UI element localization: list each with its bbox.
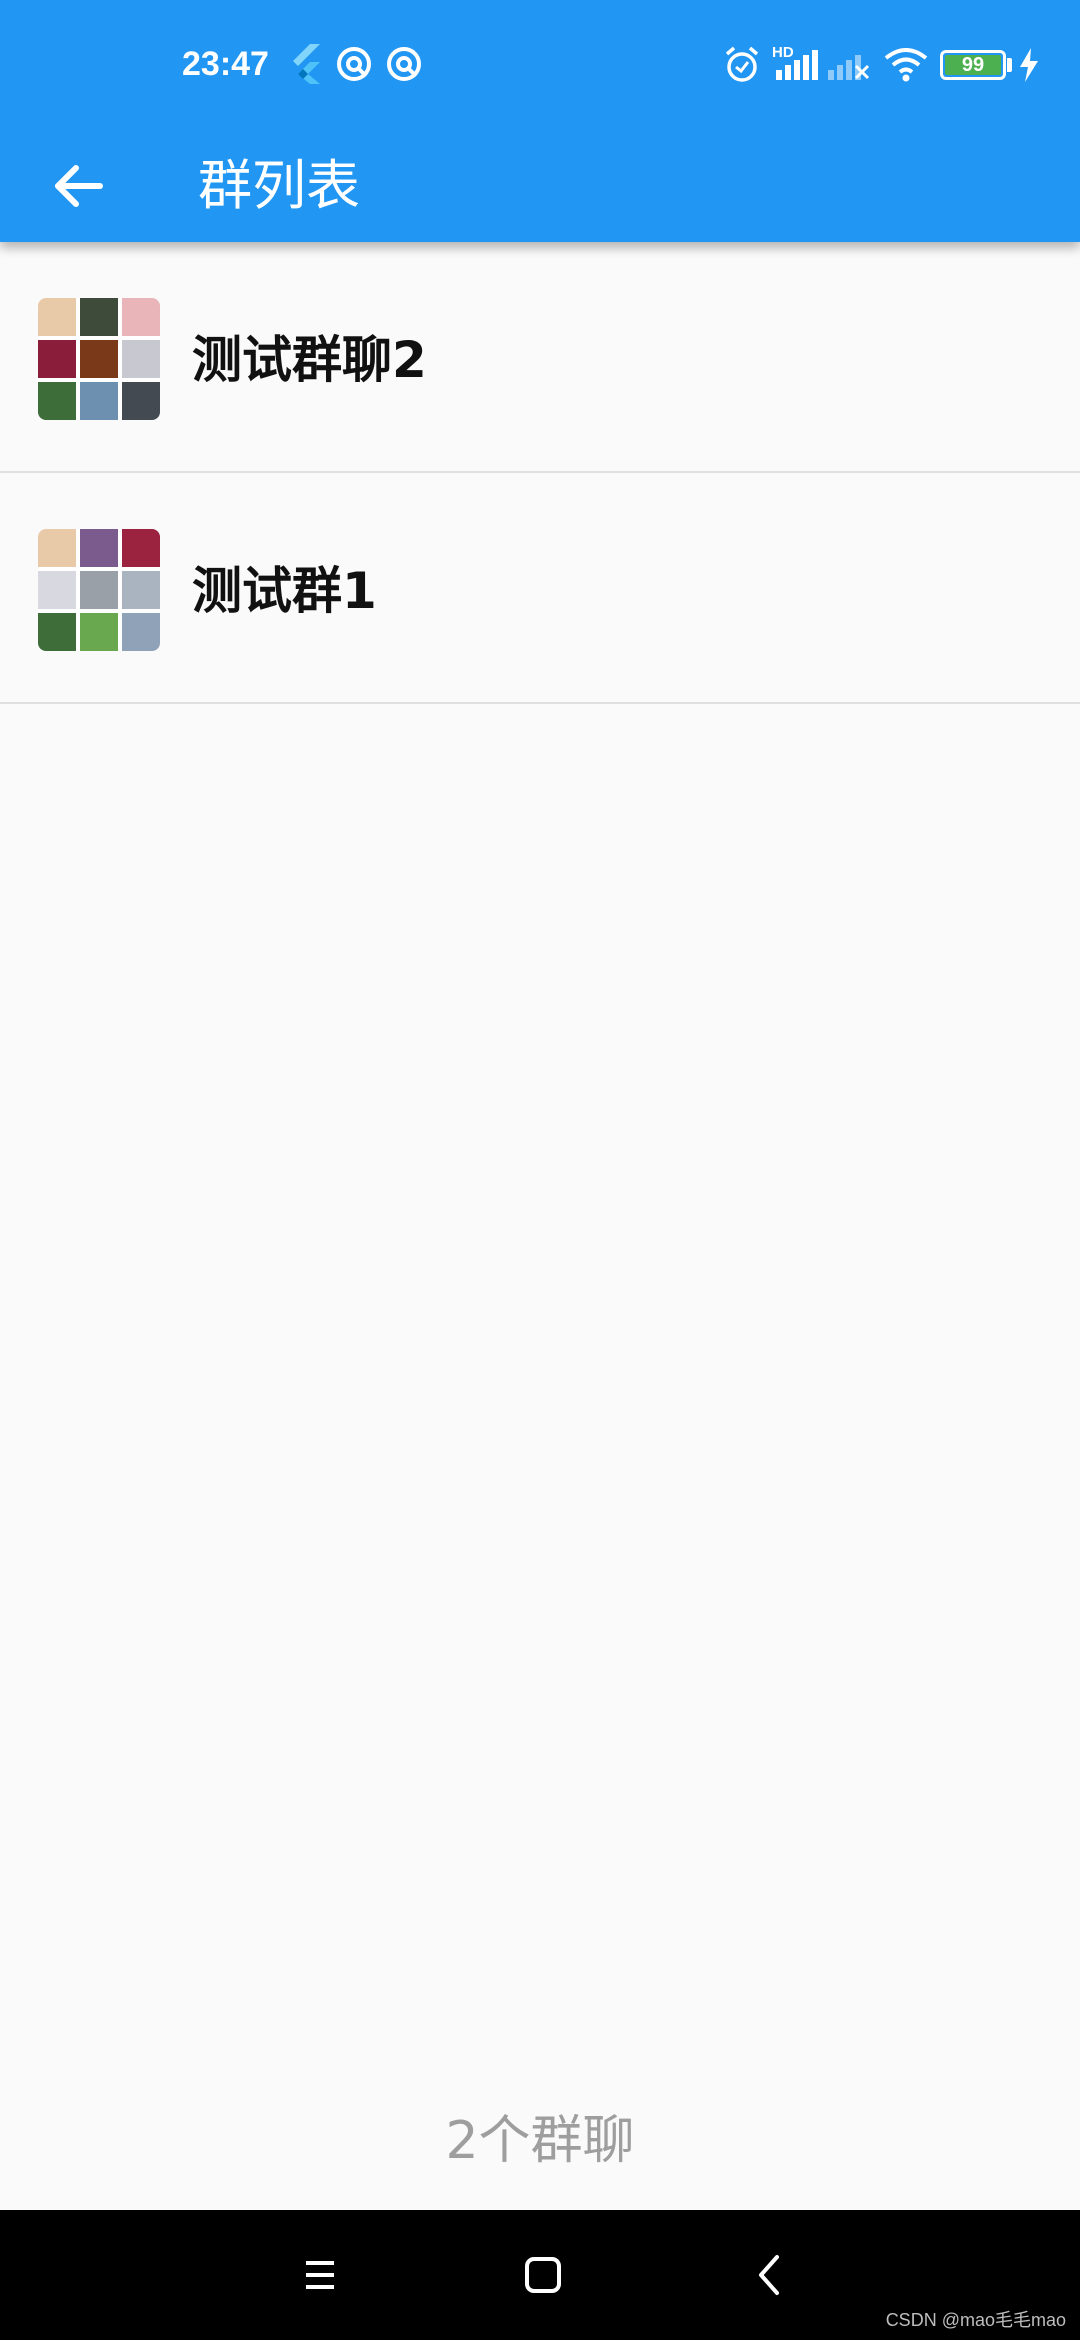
avatar-tile bbox=[80, 298, 118, 336]
status-time: 23:47 bbox=[182, 45, 269, 83]
avatar-tile bbox=[38, 340, 76, 378]
back-icon[interactable] bbox=[730, 2235, 810, 2315]
avatar-tile bbox=[38, 298, 76, 336]
group-count: 2个群聊 bbox=[445, 2111, 635, 2171]
wifi-icon bbox=[884, 48, 928, 82]
battery-tip bbox=[1007, 58, 1012, 72]
avatar-tile bbox=[80, 529, 118, 567]
debug-icon bbox=[337, 47, 371, 81]
flutter-icon bbox=[293, 44, 320, 84]
alarm-icon bbox=[725, 46, 759, 82]
avatar-tile bbox=[122, 529, 160, 567]
status-bar: 23:47 HD 99 bbox=[0, 0, 1080, 126]
page-title: 群列表 bbox=[198, 154, 360, 217]
debug-icon bbox=[387, 47, 421, 81]
battery-level: 99 bbox=[961, 54, 985, 76]
home-icon[interactable] bbox=[503, 2235, 583, 2315]
avatar-tile bbox=[80, 613, 118, 651]
avatar-tile bbox=[122, 382, 160, 420]
avatar-tile bbox=[38, 571, 76, 609]
avatar-tile bbox=[122, 298, 160, 336]
group-avatar bbox=[38, 298, 160, 420]
group-name: 测试群1 bbox=[192, 562, 377, 620]
group-list-item[interactable]: 测试群1 bbox=[0, 473, 1080, 704]
avatar-tile bbox=[38, 613, 76, 651]
app-bar: 群列表 bbox=[0, 126, 1080, 242]
top-bar: 23:47 HD 99 群列表 bbox=[0, 0, 1080, 242]
group-avatar bbox=[38, 529, 160, 651]
avatar-tile bbox=[80, 382, 118, 420]
signal-off-icon bbox=[828, 55, 870, 80]
arrow-back-icon[interactable] bbox=[38, 146, 118, 226]
avatar-tile bbox=[122, 340, 160, 378]
watermark: CSDN @mao毛毛mao bbox=[885, 2310, 1066, 2330]
group-list-item[interactable]: 测试群聊2 bbox=[0, 242, 1080, 473]
battery-icon: 99 bbox=[940, 50, 1006, 80]
group-list: 测试群聊2 测试群1 bbox=[0, 242, 1080, 704]
avatar-tile bbox=[122, 571, 160, 609]
avatar-tile bbox=[80, 571, 118, 609]
avatar-tile bbox=[38, 529, 76, 567]
avatar-tile bbox=[122, 613, 160, 651]
avatar-tile bbox=[38, 382, 76, 420]
group-name: 测试群聊2 bbox=[192, 331, 427, 389]
avatar-tile bbox=[80, 340, 118, 378]
charging-icon bbox=[1020, 48, 1038, 82]
system-nav-bar: CSDN @mao毛毛mao bbox=[0, 2210, 1080, 2340]
signal-icon bbox=[776, 50, 818, 80]
menu-icon[interactable] bbox=[280, 2235, 360, 2315]
